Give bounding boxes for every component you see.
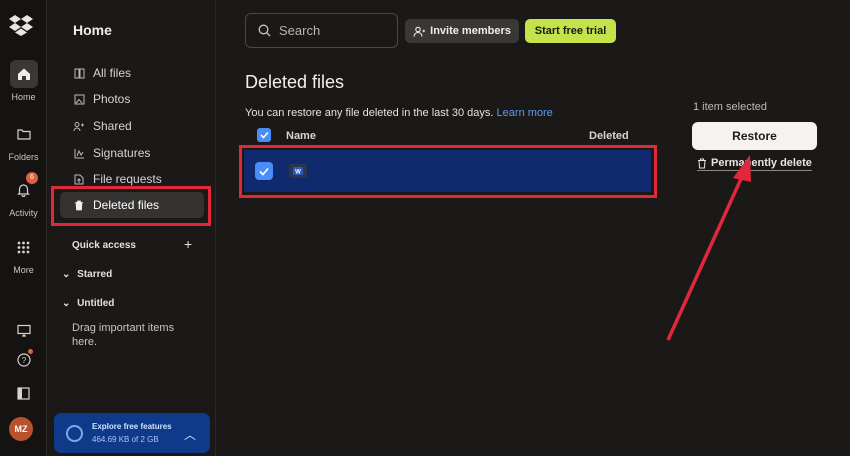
select-all-checkbox[interactable] xyxy=(257,128,271,142)
restore-button[interactable]: Restore xyxy=(692,122,817,150)
all-files-icon xyxy=(72,68,86,79)
sidebar-item-signatures[interactable]: Signatures xyxy=(60,140,204,166)
sidebar: Home All files Photos Shared Signatures … xyxy=(48,0,216,456)
column-header-deleted[interactable]: Deleted xyxy=(589,130,629,142)
rail-more[interactable]: More xyxy=(0,233,47,275)
folder-icon xyxy=(10,120,38,148)
untitled-label: Untitled xyxy=(77,298,115,309)
learn-more-link[interactable]: Learn more xyxy=(497,107,553,119)
untitled-section[interactable]: ⌄ Untitled xyxy=(62,298,114,309)
storage-ring-icon xyxy=(66,425,83,442)
restore-info: You can restore any file deleted in the … xyxy=(245,107,553,119)
rail-help[interactable]: ? xyxy=(0,346,47,374)
sidebar-title: Home xyxy=(73,22,112,38)
trash-icon xyxy=(698,158,706,168)
sidebar-item-label: All files xyxy=(93,66,132,80)
starred-label: Starred xyxy=(77,269,113,280)
explore-title: Explore free features xyxy=(92,422,172,431)
permanently-delete-label: Permanently delete xyxy=(711,157,812,169)
search-icon xyxy=(258,24,271,37)
chevron-down-icon: ⌄ xyxy=(62,298,71,309)
rail-more-label: More xyxy=(13,265,34,275)
file-requests-icon xyxy=(72,174,86,185)
help-notification-dot xyxy=(28,349,33,354)
photos-icon xyxy=(72,94,86,105)
shared-icon xyxy=(72,121,86,132)
sidebar-item-photos[interactable]: Photos xyxy=(60,86,204,112)
sidebar-item-label: Photos xyxy=(93,92,131,106)
restore-info-text: You can restore any file deleted in the … xyxy=(245,107,494,119)
sidebar-item-label: File requests xyxy=(93,172,162,186)
help-icon: ? xyxy=(10,346,38,374)
desktop-app-icon xyxy=(10,316,38,344)
start-free-trial-button[interactable]: Start free trial xyxy=(525,19,616,43)
rail-home-label: Home xyxy=(11,92,36,102)
grid-icon xyxy=(10,233,38,261)
invite-label: Invite members xyxy=(430,25,511,37)
rail-panel-toggle[interactable] xyxy=(0,379,47,407)
permanently-delete-button[interactable]: Permanently delete xyxy=(697,157,812,171)
column-header-name[interactable]: Name xyxy=(286,130,316,142)
rail-folders-label: Folders xyxy=(8,152,39,162)
explore-features-card[interactable]: Explore free features 464.69 KB of 2 GB … xyxy=(54,413,210,453)
selection-count: 1 item selected xyxy=(693,101,767,113)
sidebar-item-label: Shared xyxy=(93,119,132,133)
app-rail: Home Folders 6 Activity More ? MZ xyxy=(0,0,47,456)
search-placeholder: Search xyxy=(279,23,321,38)
sidebar-item-shared[interactable]: Shared xyxy=(60,113,204,139)
panel-icon xyxy=(10,379,38,407)
page-title: Deleted files xyxy=(245,72,345,92)
highlight-box-row xyxy=(239,145,657,198)
add-quick-access-icon[interactable]: + xyxy=(184,236,192,252)
rail-desktop[interactable] xyxy=(0,316,47,344)
add-person-icon xyxy=(413,26,426,37)
drag-hint: Drag important items here. xyxy=(72,322,175,348)
rail-activity-label: Activity xyxy=(9,208,38,218)
svg-text:?: ? xyxy=(21,356,26,365)
storage-usage: 464.69 KB of 2 GB xyxy=(92,435,159,444)
checkmark-icon xyxy=(259,131,269,139)
home-icon xyxy=(9,60,38,88)
rail-folders[interactable]: Folders xyxy=(0,120,47,162)
avatar[interactable]: MZ xyxy=(9,417,33,441)
rail-activity[interactable]: 6 Activity xyxy=(0,172,47,218)
quick-access-heading: Quick access xyxy=(72,240,136,251)
highlight-box-sidebar xyxy=(51,186,211,226)
search-input[interactable]: Search xyxy=(245,13,398,48)
starred-section[interactable]: ⌄ Starred xyxy=(62,269,112,280)
sidebar-item-all-files[interactable]: All files xyxy=(60,60,204,86)
chevron-up-icon[interactable]: ︿ xyxy=(184,426,196,443)
invite-members-button[interactable]: Invite members xyxy=(405,19,519,43)
chevron-down-icon: ⌄ xyxy=(62,269,71,280)
activity-badge: 6 xyxy=(26,172,38,184)
signatures-icon xyxy=(72,148,86,159)
sidebar-item-label: Signatures xyxy=(93,146,151,160)
dropbox-logo-icon[interactable] xyxy=(9,14,33,36)
rail-home[interactable]: Home xyxy=(0,60,47,102)
